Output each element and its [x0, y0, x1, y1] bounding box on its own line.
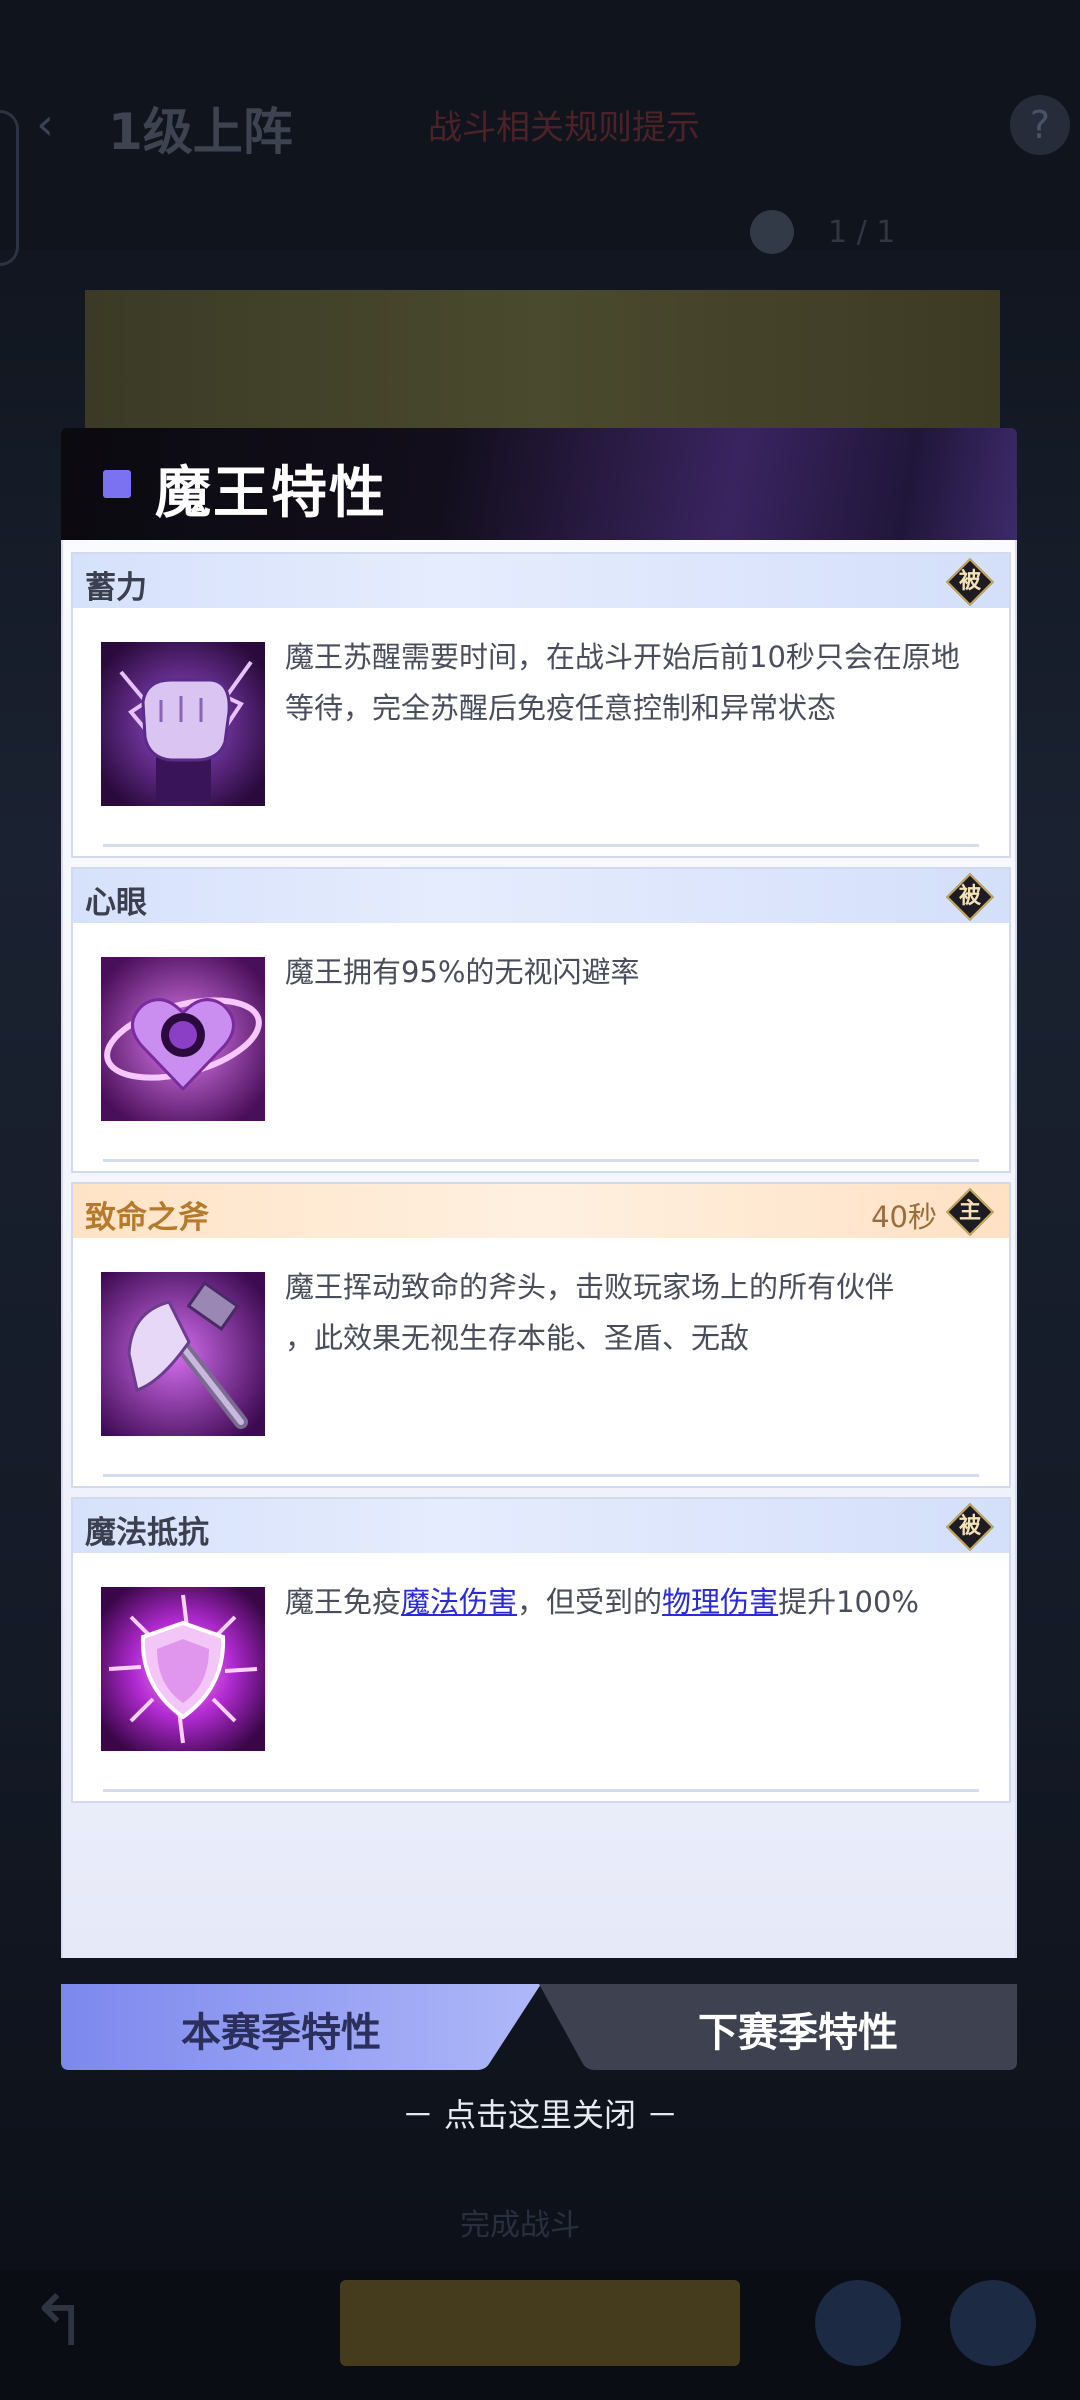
passive-badge-icon: 被: [945, 872, 995, 922]
trait-name: 致命之斧: [85, 1200, 209, 1236]
trait-card-header: 蓄力 被: [73, 554, 1009, 608]
tab-next-season[interactable]: 下赛季特性: [539, 1984, 1017, 2070]
trait-card: 心眼 被 魔王拥有95%的无视闪避率: [71, 867, 1011, 1173]
background-round-button-1: [815, 2280, 901, 2366]
tab-current-season[interactable]: 本赛季特性: [61, 1984, 541, 2070]
trait-name: 心眼: [85, 885, 147, 921]
card-divider: [103, 1474, 979, 1477]
trait-card-header: 心眼 被: [73, 869, 1009, 923]
tab-label: 下赛季特性: [698, 2009, 898, 2056]
trait-description: 魔王拥有95%的无视闪避率: [285, 955, 640, 989]
background-battlefield: [85, 290, 1000, 430]
close-hint-button[interactable]: － 点击这里关闭 －: [0, 2090, 1080, 2136]
trait-card-header: 致命之斧 40秒 主: [73, 1184, 1009, 1238]
tab-label: 本赛季特性: [181, 2009, 381, 2056]
boss-traits-modal: 魔王特性 蓄力 被 魔王苏醒需要时间，在战斗开始后前10秒只会在原地等待，完全苏…: [61, 428, 1017, 2070]
background-dot: [750, 210, 794, 254]
passive-badge-icon: 被: [945, 557, 995, 607]
card-divider: [103, 844, 979, 847]
background-side-frame: [0, 110, 19, 266]
card-divider: [103, 1789, 979, 1792]
return-arrow-icon: ↰: [30, 2280, 89, 2362]
trait-description: 魔王免疫魔法伤害，但受到的物理伤害提升100%: [285, 1585, 919, 1619]
background-round-button-2: [950, 2280, 1036, 2366]
magic-damage-link[interactable]: 魔法伤害: [401, 1585, 517, 1619]
heart-eye-icon: [101, 957, 265, 1121]
card-divider: [103, 1159, 979, 1162]
active-badge-icon: 主: [945, 1187, 995, 1237]
trait-card: 魔法抵抗 被 魔王免疫魔法伤害，但受到的物理伤害提升100%: [71, 1497, 1011, 1803]
help-icon: ?: [1010, 95, 1070, 155]
background-start-button: [340, 2280, 740, 2366]
physical-damage-link[interactable]: 物理伤害: [662, 1585, 778, 1619]
modal-title: 魔王特性: [155, 460, 387, 526]
modal-header: 魔王特性: [61, 428, 1017, 540]
title-marker-icon: [103, 470, 131, 498]
trait-description: 魔王苏醒需要时间，在战斗开始后前10秒只会在原地等待，完全苏醒后免疫任意控制和异…: [285, 640, 960, 725]
trait-card: 蓄力 被 魔王苏醒需要时间，在战斗开始后前10秒只会在原地等待，完全苏醒后免疫任…: [71, 552, 1011, 858]
back-icon: ‹: [36, 99, 54, 150]
passive-badge-icon: 被: [945, 1502, 995, 1552]
fist-icon: [101, 642, 265, 806]
background-hint-text: 战斗相关规则提示: [428, 108, 700, 148]
background-mid-text: 完成战斗: [460, 2208, 580, 2243]
axe-icon: [101, 1272, 265, 1436]
background-title: 1级上阵: [108, 103, 293, 161]
trait-description: 魔王挥动致命的斧头，击败玩家场上的所有伙伴 ，此效果无视生存本能、圣盾、无敌: [285, 1270, 895, 1355]
background-small-text: 1 / 1: [828, 215, 896, 250]
trait-card-header: 魔法抵抗 被: [73, 1499, 1009, 1553]
trait-name: 蓄力: [85, 570, 147, 606]
cooldown-label: 40秒: [871, 1200, 937, 1234]
trait-name: 魔法抵抗: [85, 1515, 209, 1551]
trait-card: 致命之斧 40秒 主 魔王挥动致命的斧头，击败玩家场上的所有伙伴 ，此效果无视生…: [71, 1182, 1011, 1488]
modal-body[interactable]: 蓄力 被 魔王苏醒需要时间，在战斗开始后前10秒只会在原地等待，完全苏醒后免疫任…: [61, 540, 1017, 1958]
shield-icon: [101, 1587, 265, 1751]
